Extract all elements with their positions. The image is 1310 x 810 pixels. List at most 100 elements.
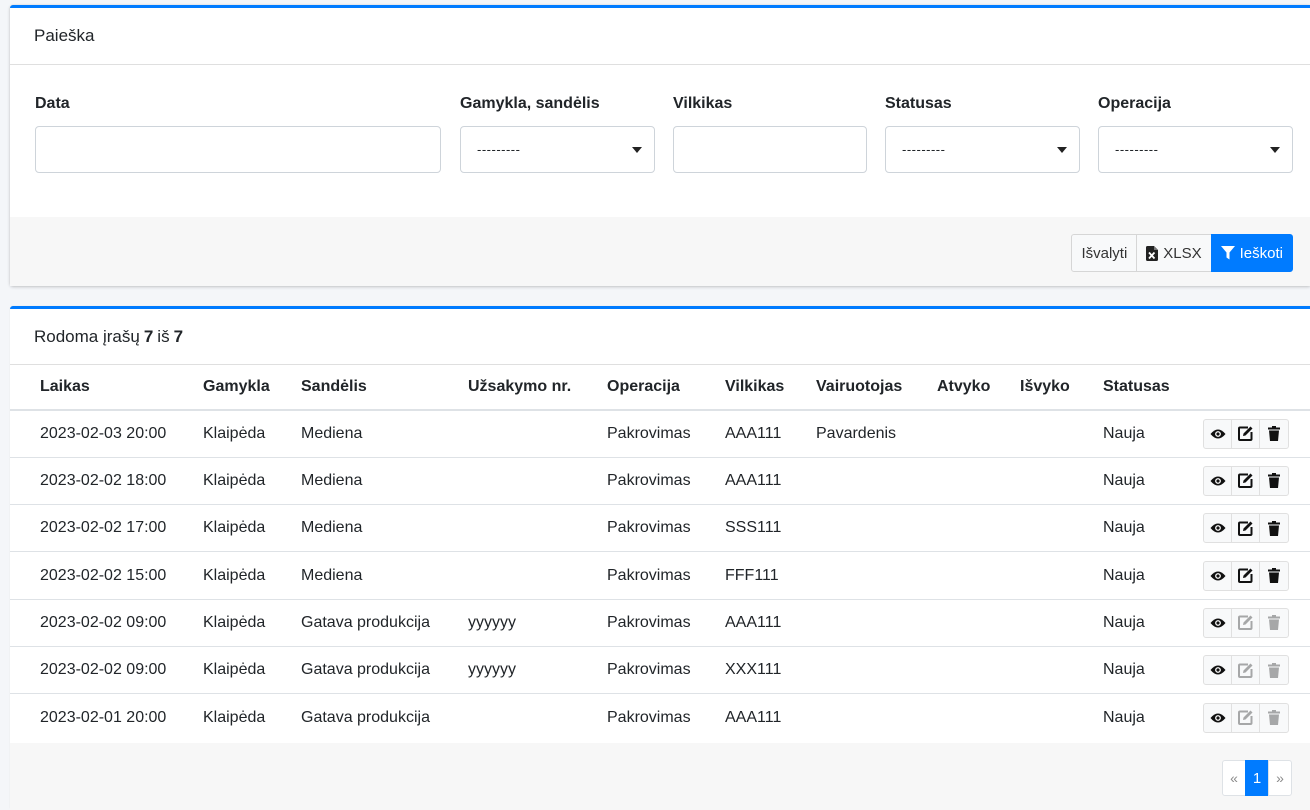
row-actions xyxy=(1203,607,1289,638)
cell-truck: FFF111 xyxy=(725,551,816,600)
edit-icon xyxy=(1238,426,1253,442)
cell-operation: Pakrovimas xyxy=(607,646,725,695)
column-header[interactable]: Vilkikas xyxy=(725,365,816,411)
table-header-row: Laikas Gamykla Sandėlis Užsakymo nr. Ope… xyxy=(10,365,1310,411)
cell-time: 2023-02-02 18:00 xyxy=(10,457,203,506)
xlsx-button-label: XLSX xyxy=(1163,244,1202,262)
cell-order xyxy=(468,551,607,600)
cell-driver: Pavardenis xyxy=(816,410,937,458)
cell-left xyxy=(1020,551,1103,600)
cell-actions xyxy=(1203,504,1310,553)
cell-plant: Klaipėda xyxy=(203,599,301,647)
cell-arrived xyxy=(937,646,1020,695)
eye-icon xyxy=(1210,428,1226,440)
table-row: 2023-02-02 18:00 Klaipėda Mediena Pakrovima… xyxy=(10,457,1310,506)
xlsx-button[interactable]: XLSX xyxy=(1136,234,1212,272)
delete-button[interactable] xyxy=(1260,467,1288,495)
cell-status: Nauja xyxy=(1103,410,1203,458)
view-button[interactable] xyxy=(1204,608,1232,637)
column-header[interactable]: Išvyko xyxy=(1020,365,1103,411)
edit-button[interactable] xyxy=(1232,656,1260,685)
cell-truck: AAA111 xyxy=(725,599,816,647)
column-header[interactable]: Gamykla xyxy=(203,365,301,411)
cell-warehouse: Gatava produkcija xyxy=(301,599,468,647)
cell-left xyxy=(1020,694,1103,741)
delete-button[interactable] xyxy=(1260,514,1288,542)
cell-order xyxy=(468,504,607,553)
status-select[interactable]: --------- xyxy=(885,126,1080,173)
cell-actions xyxy=(1203,410,1310,458)
cell-truck: AAA111 xyxy=(725,708,782,726)
plant-filter: Gamykla, sandėlis --------- xyxy=(460,94,655,173)
cell-actions xyxy=(1203,551,1310,600)
view-button[interactable] xyxy=(1204,656,1232,685)
view-button[interactable] xyxy=(1204,561,1232,590)
view-button[interactable] xyxy=(1204,703,1232,732)
column-header[interactable]: Laikas xyxy=(10,365,203,411)
edit-icon xyxy=(1238,663,1253,678)
truck-input[interactable] xyxy=(673,126,867,173)
cell-actions xyxy=(1203,646,1310,695)
edit-button[interactable] xyxy=(1232,608,1260,637)
edit-button[interactable] xyxy=(1232,419,1260,448)
clear-button[interactable]: Išvalyti xyxy=(1071,234,1138,272)
row-actions xyxy=(1203,702,1289,733)
view-button[interactable] xyxy=(1204,466,1232,495)
operation-select-value: --------- xyxy=(1115,142,1159,157)
summary-shown: 7 xyxy=(143,326,154,346)
edit-button[interactable] xyxy=(1232,466,1260,495)
edit-button[interactable] xyxy=(1232,561,1260,590)
search-card: Paieška Data Gamykla, sandėlis ---------… xyxy=(10,5,1310,286)
plant-select[interactable]: --------- xyxy=(460,126,655,173)
column-header[interactable]: Statusas xyxy=(1103,365,1203,411)
edit-icon xyxy=(1238,521,1253,536)
delete-button[interactable] xyxy=(1260,609,1288,637)
cell-plant: Klaipėda xyxy=(203,410,301,458)
cell-actions xyxy=(1203,694,1310,741)
column-header[interactable]: Vairuotojas xyxy=(816,365,937,411)
operation-filter: Operacija --------- xyxy=(1098,94,1293,173)
column-header[interactable]: Užsakymo nr. xyxy=(468,365,607,411)
pagination-page-current[interactable]: 1 xyxy=(1245,760,1269,796)
edit-button[interactable] xyxy=(1232,703,1260,732)
cell-driver xyxy=(816,646,937,695)
operation-select[interactable]: --------- xyxy=(1098,126,1293,173)
plant-select-value: --------- xyxy=(477,142,521,157)
delete-button[interactable] xyxy=(1260,420,1288,448)
table-row: 2023-02-02 17:00 Klaipėda Mediena Pakrovima… xyxy=(10,504,1310,553)
edit-button[interactable] xyxy=(1232,514,1260,543)
cell-operation: Pakrovimas xyxy=(607,410,725,458)
edit-icon xyxy=(1238,710,1253,726)
trash-icon xyxy=(1268,473,1280,489)
column-header[interactable]: Sandėlis xyxy=(301,365,468,411)
pagination-prev[interactable]: « xyxy=(1222,760,1246,796)
delete-button[interactable] xyxy=(1260,656,1288,684)
table-body: 2023-02-03 20:00 Klaipėda Mediena Pakrovima… xyxy=(10,410,1310,741)
cell-arrived xyxy=(937,551,1020,600)
row-actions xyxy=(1203,655,1289,686)
search-button[interactable]: Ieškoti xyxy=(1210,234,1293,272)
view-button[interactable] xyxy=(1204,514,1232,543)
cell-left xyxy=(1020,457,1103,506)
results-card-footer: « 1 » xyxy=(10,743,1310,810)
cell-left xyxy=(1020,410,1103,458)
delete-button[interactable] xyxy=(1260,562,1288,590)
row-actions xyxy=(1203,418,1289,449)
cell-time: 2023-02-02 17:00 xyxy=(10,504,203,553)
cell-order: yyyyyy xyxy=(468,599,607,647)
date-input[interactable] xyxy=(35,126,441,173)
pagination-next[interactable]: » xyxy=(1268,760,1292,796)
caret-down-icon xyxy=(1057,147,1067,153)
cell-arrived xyxy=(937,504,1020,553)
cell-plant: Klaipėda xyxy=(203,551,301,600)
cell-truck: AAA111 xyxy=(725,410,816,458)
column-header[interactable]: Operacija xyxy=(607,365,725,411)
cell-warehouse: Mediena xyxy=(301,551,468,600)
results-card: Rodoma įrašų 7 iš 7 Laikas Gamykla Sandė… xyxy=(10,306,1310,810)
cell-driver xyxy=(816,551,937,600)
column-header[interactable]: Atvyko xyxy=(937,365,1020,411)
delete-button[interactable] xyxy=(1260,704,1288,732)
view-button[interactable] xyxy=(1204,419,1232,448)
cell-warehouse: Mediena xyxy=(301,457,468,506)
cell-operation: Pakrovimas xyxy=(607,504,725,553)
